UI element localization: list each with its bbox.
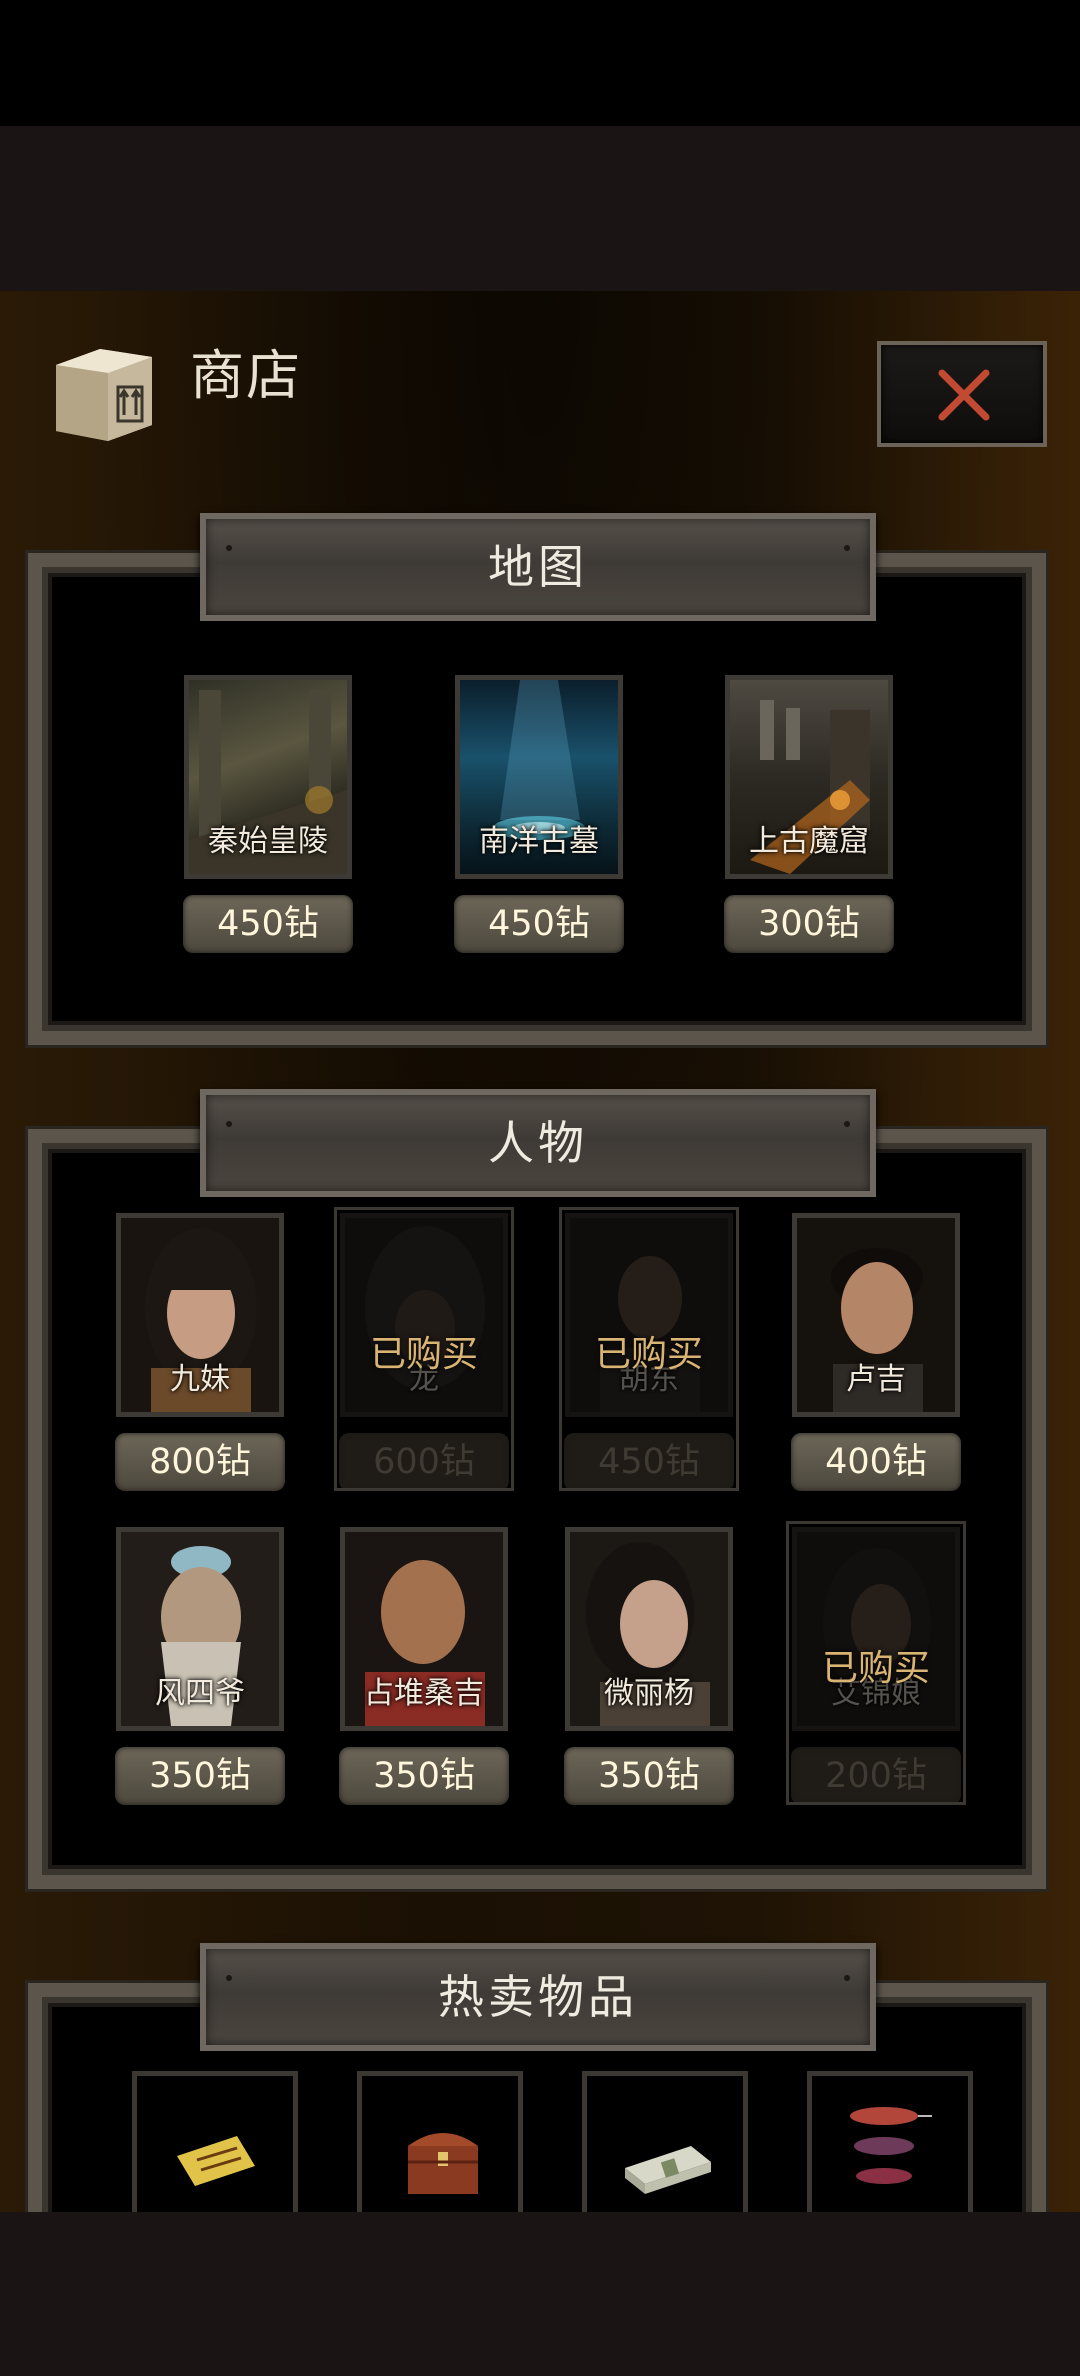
hot-item-chest[interactable] xyxy=(357,2071,523,2212)
character-price-button[interactable]: 800钻 xyxy=(115,1433,285,1491)
purchased-label: 已购买 xyxy=(369,1334,478,1375)
character-card-fengsiye[interactable]: 风四爷 350钻 xyxy=(115,1527,285,1805)
purchased-label: 已购买 xyxy=(594,1334,703,1375)
portrait: 九妹 xyxy=(116,1213,284,1417)
treasure-chest-icon xyxy=(408,2133,478,2194)
character-card-long: 龙 600钻 已购买 xyxy=(334,1207,514,1491)
hot-items-section-title: 热卖物品 xyxy=(200,1943,876,2051)
character-card-weiliyang[interactable]: 微丽杨 350钻 xyxy=(564,1527,734,1805)
hot-item-lures[interactable] xyxy=(807,2071,973,2212)
character-card-hudong: 胡东 450钻 已购买 xyxy=(559,1207,739,1491)
character-name: 风四爷 xyxy=(155,1676,245,1711)
portrait: 微丽杨 xyxy=(565,1527,733,1731)
portrait: 卢吉 xyxy=(792,1213,960,1417)
map-name: 上古魔窟 xyxy=(749,824,869,859)
character-name: 微丽杨 xyxy=(604,1676,694,1711)
fish-lures-icon xyxy=(850,2107,932,2184)
portrait: 龙 xyxy=(340,1213,508,1417)
close-x-icon xyxy=(938,369,990,421)
map-thumb: 上古魔窟 xyxy=(725,675,893,879)
hot-item-cash[interactable] xyxy=(582,2071,748,2212)
map-section-title: 地图 xyxy=(200,513,876,621)
map-card-qinshihuang[interactable]: 秦始皇陵 450钻 xyxy=(183,675,353,953)
shop-header: 商店 xyxy=(0,291,1080,491)
status-bar xyxy=(0,0,1080,126)
map-name: 南洋古墓 xyxy=(479,824,599,859)
top-band xyxy=(0,126,1080,291)
close-button[interactable] xyxy=(877,341,1047,447)
character-name: 九妹 xyxy=(170,1362,230,1397)
map-price-button[interactable]: 450钻 xyxy=(454,895,624,953)
character-name: 卢吉 xyxy=(846,1362,906,1397)
map-price-button[interactable]: 450钻 xyxy=(183,895,353,953)
map-thumb: 南洋古墓 xyxy=(455,675,623,879)
purchased-label: 已购买 xyxy=(821,1648,930,1689)
character-price-button[interactable]: 350钻 xyxy=(564,1747,734,1805)
map-name: 秦始皇陵 xyxy=(208,824,328,859)
map-card-nanyang[interactable]: 南洋古墓 450钻 xyxy=(454,675,624,953)
portrait: 艾锦娘 xyxy=(792,1527,960,1731)
character-section-title: 人物 xyxy=(200,1089,876,1197)
character-card-luji[interactable]: 卢吉 400钻 xyxy=(791,1213,961,1491)
bottom-band xyxy=(0,2212,1080,2376)
portrait: 胡东 xyxy=(565,1213,733,1417)
character-price-button[interactable]: 400钻 xyxy=(791,1433,961,1491)
character-card-jiumei[interactable]: 九妹 800钻 xyxy=(115,1213,285,1491)
map-price-button[interactable]: 300钻 xyxy=(724,895,894,953)
talisman-icon xyxy=(177,2136,255,2186)
character-price-button[interactable]: 350钻 xyxy=(339,1747,509,1805)
character-price-button[interactable]: 350钻 xyxy=(115,1747,285,1805)
shop-title: 商店 xyxy=(190,344,302,407)
hot-item-talisman[interactable] xyxy=(132,2071,298,2212)
cash-stack-icon xyxy=(625,2146,711,2194)
character-card-aijinniang: 艾锦娘 200钻 已购买 xyxy=(786,1521,966,1805)
character-name: 占堆桑吉 xyxy=(364,1676,484,1711)
character-card-zhanduisangji[interactable]: 占堆桑吉 350钻 xyxy=(339,1527,509,1805)
map-card-shanggu[interactable]: 上古魔窟 300钻 xyxy=(724,675,894,953)
shop-screen: 商店 地图 秦始皇陵 450钻 南洋古墓 450钻 上古魔窟 300钻 人物 九… xyxy=(0,291,1080,2212)
box-icon xyxy=(48,339,160,445)
portrait: 风四爷 xyxy=(116,1527,284,1731)
map-thumb: 秦始皇陵 xyxy=(184,675,352,879)
portrait: 占堆桑吉 xyxy=(340,1527,508,1731)
